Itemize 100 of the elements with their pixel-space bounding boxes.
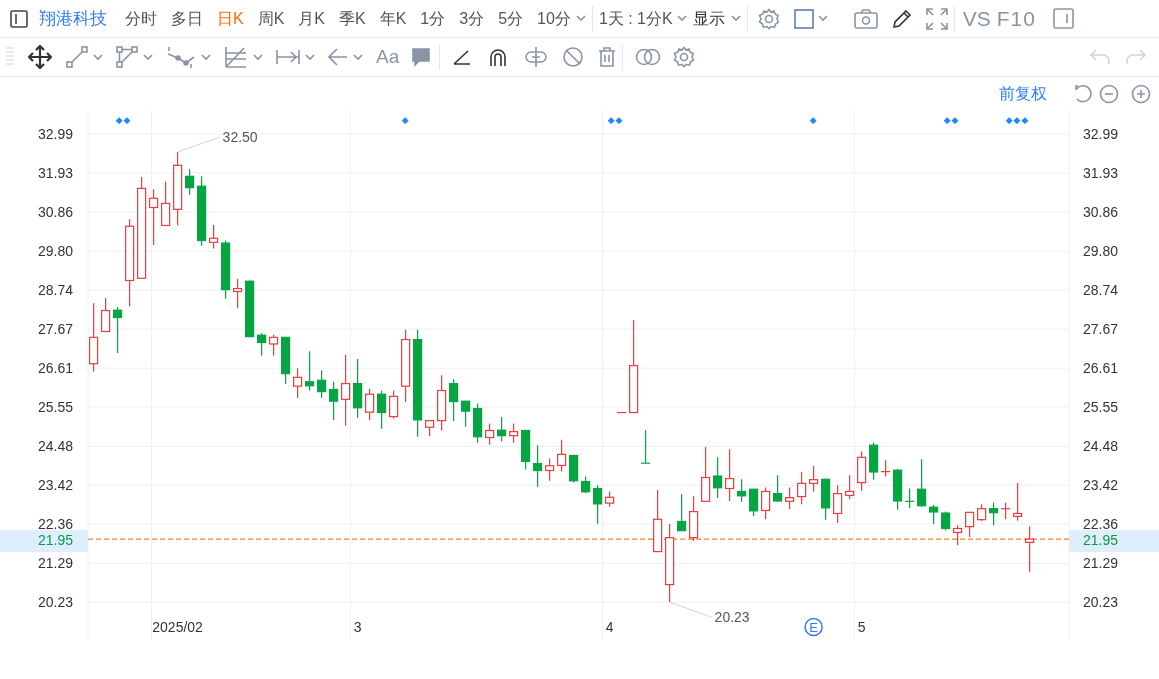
- candlestick: [293, 367, 303, 399]
- fullscreen-icon[interactable]: [925, 7, 948, 30]
- candlestick: [749, 488, 759, 517]
- side-panel-icon[interactable]: [1052, 8, 1074, 29]
- axis-label: 20.23: [37, 594, 73, 611]
- line-tool-icon[interactable]: [66, 46, 88, 68]
- zoom-in-icon[interactable]: [1131, 84, 1151, 104]
- trash-icon[interactable]: [598, 47, 617, 67]
- candlestick: [857, 450, 867, 492]
- candlestick: [725, 448, 735, 502]
- axis-label: 28.74: [1083, 282, 1119, 298]
- magnet-icon[interactable]: [488, 47, 509, 67]
- candlestick: [977, 503, 987, 522]
- axis-label: 4: [605, 619, 614, 635]
- event-badge[interactable]: E: [804, 617, 823, 637]
- overlap-icon[interactable]: [635, 48, 662, 66]
- axis-label: 32.99: [1083, 126, 1119, 143]
- period-tab[interactable]: 年K: [379, 6, 407, 31]
- chevron-icon: [817, 15, 828, 22]
- period-tab[interactable]: 季K: [339, 6, 366, 31]
- adjust-mode-button[interactable]: 前复权: [999, 82, 1047, 106]
- period-tab[interactable]: 月K: [298, 6, 325, 31]
- candlestick: [989, 501, 999, 526]
- candlestick: [437, 374, 447, 432]
- color-picker[interactable]: [793, 8, 828, 29]
- candlestick: [1000, 501, 1011, 520]
- chevron-icon[interactable]: [201, 53, 211, 61]
- wave-tool-icon[interactable]: [166, 46, 196, 68]
- display-dropdown[interactable]: 显示: [692, 6, 741, 31]
- leader-line: [669, 601, 713, 618]
- arrow-tool-icon[interactable]: [328, 48, 348, 66]
- chevron-icon[interactable]: [253, 53, 263, 61]
- candlestick: [389, 389, 399, 420]
- period-tab[interactable]: 分时: [125, 6, 157, 31]
- current-price-label: 21.95: [37, 532, 73, 549]
- settings-icon[interactable]: [673, 46, 696, 68]
- hide-icon[interactable]: [562, 46, 585, 68]
- axis-label: 22.36: [37, 516, 73, 533]
- candlestick: [917, 458, 927, 508]
- candlestick: [281, 336, 291, 385]
- annotation: E: [809, 620, 819, 635]
- chevron-icon[interactable]: [305, 53, 315, 61]
- fibonacci-tool-icon[interactable]: [224, 45, 248, 69]
- event-marker: ◆◆◆: [1005, 115, 1030, 125]
- period-tab[interactable]: 5分: [498, 6, 524, 31]
- grip-icon[interactable]: [6, 46, 14, 68]
- candlestick: [593, 484, 603, 525]
- chevron-icon[interactable]: [93, 53, 103, 61]
- polygon-tool-icon[interactable]: [116, 46, 138, 68]
- candlestick: [485, 422, 495, 446]
- axis-label: 27.67: [1083, 321, 1119, 338]
- candlestick: [953, 524, 963, 546]
- candlestick: [845, 474, 855, 500]
- candlestick: [569, 454, 579, 484]
- move-icon[interactable]: [28, 45, 52, 69]
- axis-label: 28.74: [37, 282, 73, 298]
- stock-name[interactable]: 翔港科技: [39, 5, 107, 32]
- axis-label: 30.86: [37, 204, 73, 221]
- candlestick: [797, 471, 807, 505]
- period-tab[interactable]: 3分: [459, 6, 485, 31]
- period-tab[interactable]: 多日: [171, 6, 203, 31]
- candlestick: [640, 429, 651, 464]
- pencil-icon[interactable]: [891, 8, 912, 29]
- settings-icon[interactable]: [757, 7, 780, 30]
- reset-icon[interactable]: [1073, 84, 1093, 104]
- candlestick: [377, 389, 387, 430]
- comment-icon[interactable]: [411, 47, 432, 67]
- candlestick: [941, 511, 951, 531]
- candlestick: [317, 369, 327, 399]
- axis-label: 26.61: [1083, 360, 1119, 377]
- axis-label: 23.42: [37, 477, 73, 494]
- angle-tool-icon[interactable]: [452, 48, 473, 66]
- candlestick: [449, 378, 459, 422]
- period-tab[interactable]: 10分: [537, 6, 586, 31]
- period-tab[interactable]: 周K: [257, 6, 285, 31]
- axis-label: 29.80: [37, 243, 73, 260]
- interval-dropdown[interactable]: 1天 : 1分K: [598, 6, 687, 31]
- axis-label: 25.55: [1083, 399, 1119, 416]
- candlestick: [737, 478, 747, 503]
- axis-label: 24.48: [1083, 438, 1119, 455]
- candlestick: [689, 495, 699, 542]
- chevron-icon[interactable]: [143, 53, 153, 61]
- candlestick: [209, 224, 219, 250]
- candlestick: [713, 456, 723, 499]
- measure-tool-icon[interactable]: [276, 48, 300, 66]
- candlestick: [113, 306, 123, 354]
- zoom-out-icon[interactable]: [1099, 84, 1119, 104]
- axis-label: 31.93: [37, 165, 73, 181]
- candlestick: [233, 278, 243, 309]
- candlestick: [149, 188, 159, 246]
- candlestick: [329, 381, 339, 421]
- axis-label: 30.86: [1083, 204, 1119, 221]
- period-tab[interactable]: 1分: [420, 6, 446, 31]
- panel-icon[interactable]: [10, 9, 28, 28]
- candlestick: [473, 402, 483, 444]
- chevron-icon[interactable]: [353, 53, 363, 61]
- candlestick: [929, 504, 939, 525]
- camera-icon[interactable]: [853, 8, 878, 29]
- candlestick: [365, 388, 375, 421]
- candlestick: [809, 465, 819, 493]
